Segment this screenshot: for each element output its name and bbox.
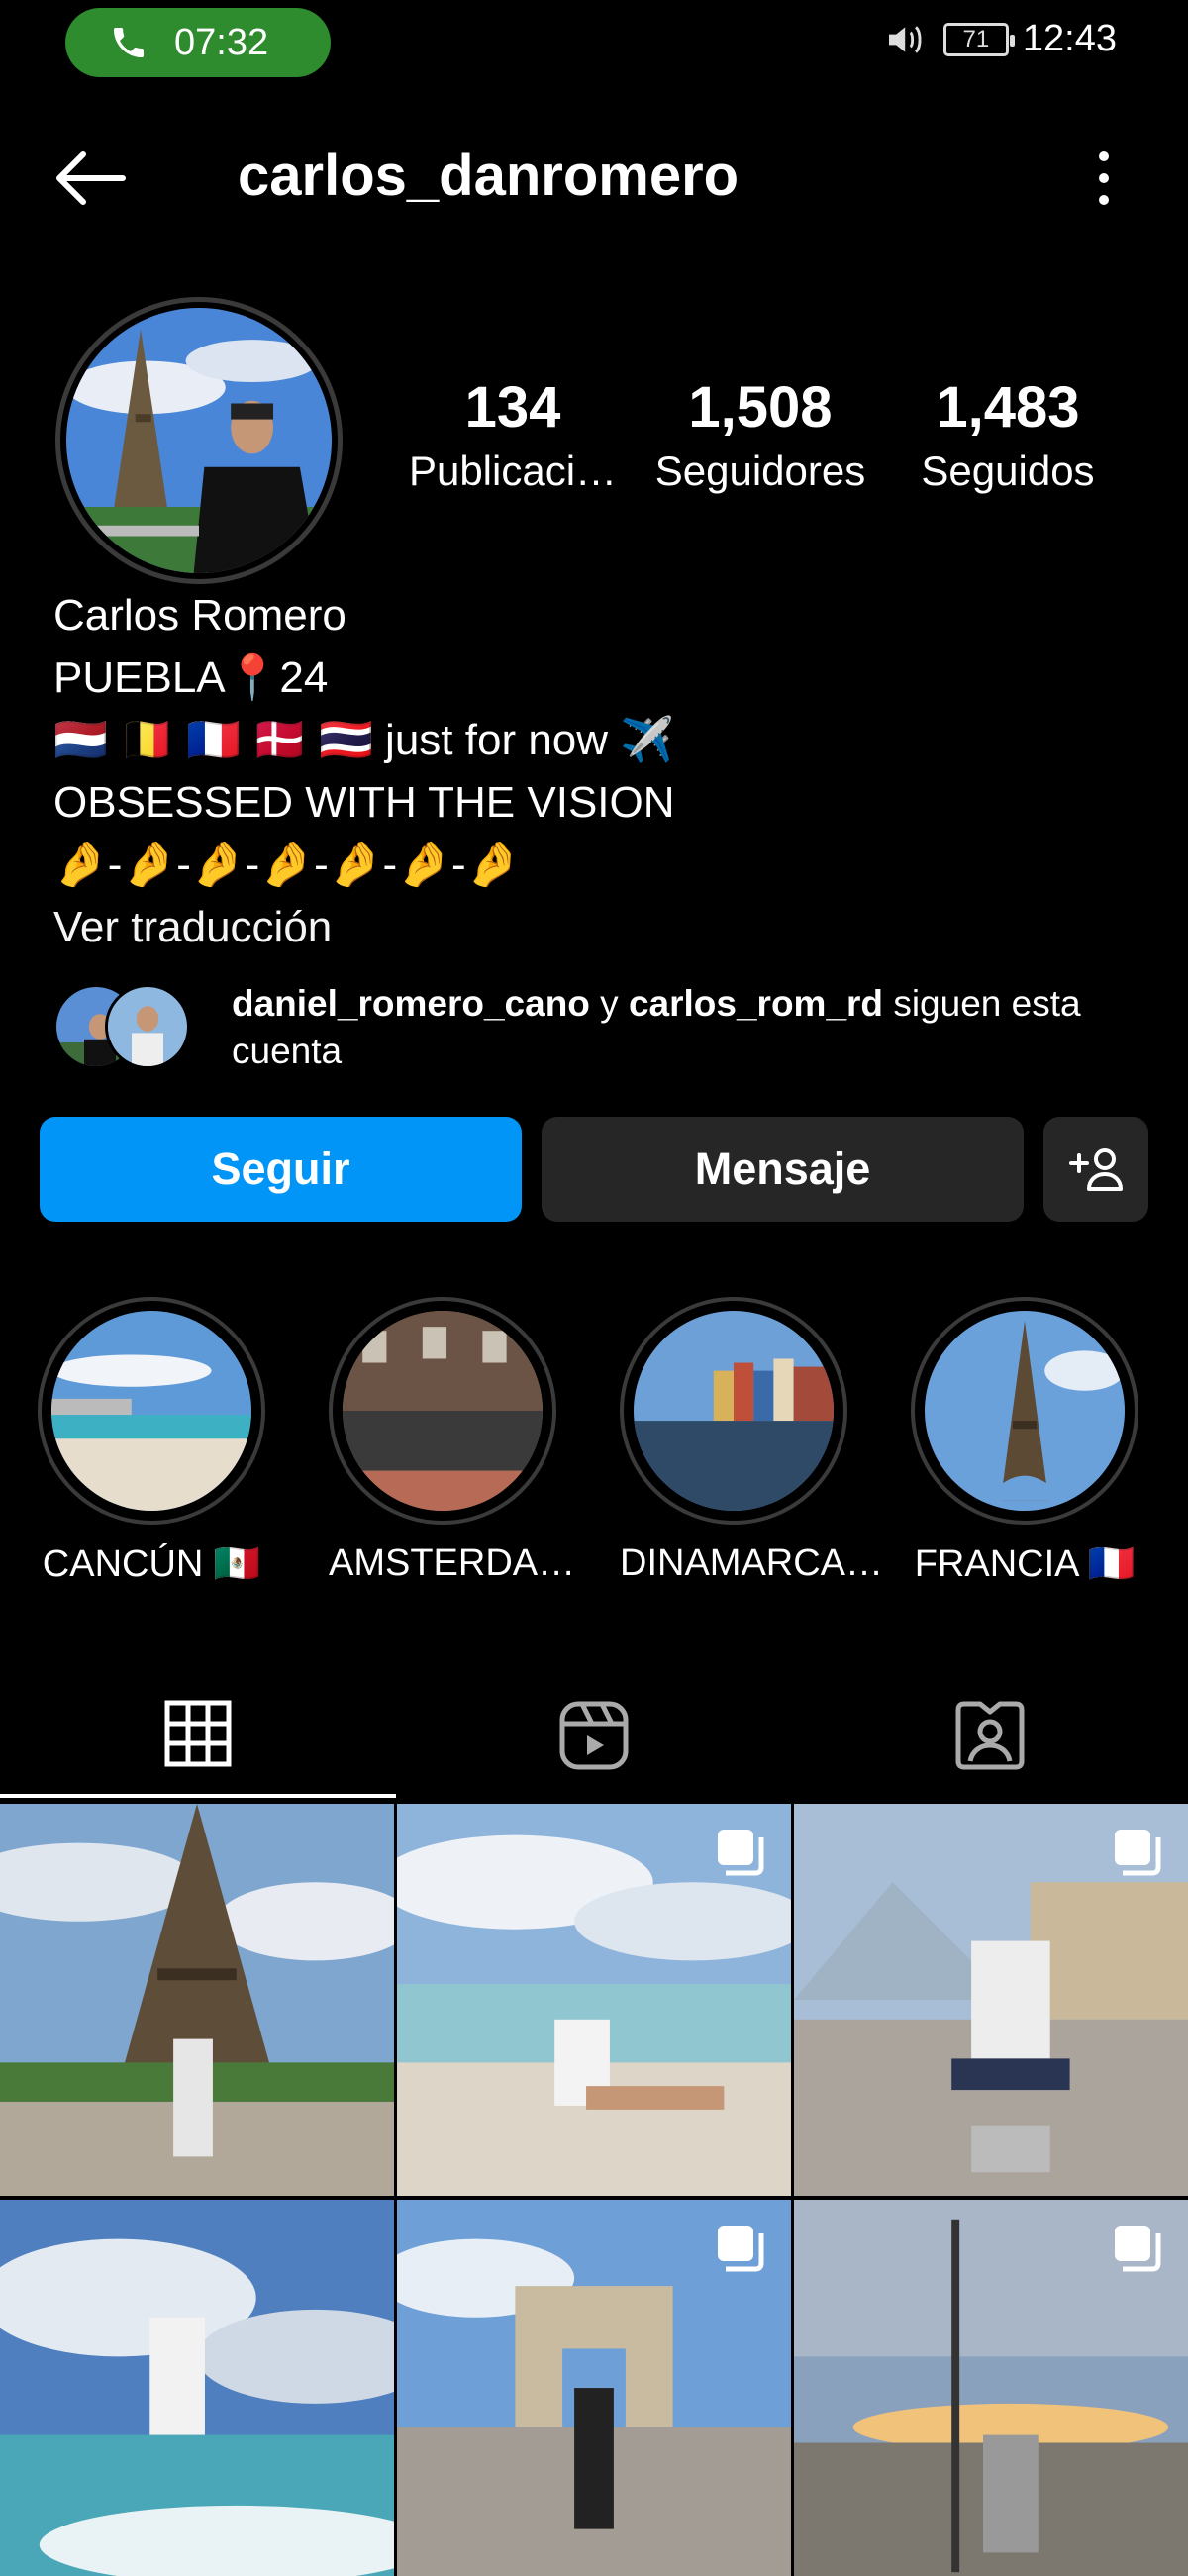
highlight-dinamarca[interactable]: DINAMARCA…: [620, 1297, 884, 1585]
tab-tagged[interactable]: [792, 1673, 1188, 1798]
content-tabs: [0, 1673, 1188, 1802]
profile-actions: Seguir Mensaje: [40, 1117, 1148, 1222]
bio-line: 🇳🇱 🇧🇪 🇫🇷 🇩🇰 🇹🇭 just for now ✈️: [53, 716, 675, 764]
avatar: [66, 308, 332, 573]
stat-value: 1,508: [688, 375, 833, 440]
post-thumbnail[interactable]: [0, 1804, 394, 2196]
arrow-left-icon[interactable]: [50, 149, 129, 208]
carousel-icon: [718, 2226, 764, 2272]
post-thumbnail[interactable]: [794, 1804, 1188, 2196]
stat-following[interactable]: 1,483 Seguidos: [889, 376, 1127, 495]
battery-icon: 71: [942, 22, 1015, 56]
highlight-cover: [925, 1311, 1125, 1511]
highlight-label: AMSTERDA…: [329, 1542, 576, 1584]
stat-followers[interactable]: 1,508 Seguidores: [642, 376, 879, 495]
phone-icon: [114, 28, 144, 57]
see-translation-link[interactable]: Ver traducción: [53, 896, 1142, 958]
highlight-cancun[interactable]: CANCÚN 🇲🇽: [38, 1297, 265, 1586]
stat-label: Seguidores: [654, 446, 866, 494]
tab-posts[interactable]: [0, 1673, 396, 1798]
highlight-cover: [634, 1311, 834, 1511]
stat-value: 134: [464, 375, 561, 440]
message-button[interactable]: Mensaje: [542, 1117, 1024, 1222]
status-bar: 07:32 71 12:43: [0, 0, 1188, 83]
add-person-icon: [1069, 1148, 1123, 1191]
posts-grid: [0, 1804, 1188, 2576]
carousel-icon: [718, 1830, 764, 1876]
stat-value: 1,483: [936, 375, 1080, 440]
grid-icon: [164, 1700, 232, 1767]
profile-bio: Carlos Romero PUEBLA📍24 🇳🇱 🇧🇪 🇫🇷 🇩🇰 🇹🇭 j…: [53, 584, 1142, 958]
carousel-icon: [1115, 1830, 1161, 1876]
display-name: Carlos Romero: [53, 591, 346, 640]
post-thumbnail[interactable]: [397, 1804, 791, 2196]
tagged-icon: [955, 1701, 1025, 1770]
profile-stats: 134 Publicaci… 1,508 Seguidores 1,483 Se…: [394, 376, 1127, 495]
follow-button[interactable]: Seguir: [40, 1117, 522, 1222]
highlight-label: DINAMARCA…: [620, 1542, 884, 1584]
bio-line: 🤌-🤌-🤌-🤌-🤌-🤌-🤌: [53, 841, 521, 889]
bio-line: OBSESSED WITH THE VISION: [53, 778, 675, 827]
story-highlights: CANCÚN 🇲🇽 AMSTERDA… DINAMARCA… FRANCIA 🇫…: [0, 1297, 1188, 1594]
carousel-icon: [1115, 2226, 1161, 2272]
stat-posts[interactable]: 134 Publicaci…: [394, 376, 632, 495]
ongoing-call-pill[interactable]: 07:32: [65, 8, 331, 77]
profile-header: carlos_danromero: [0, 129, 1188, 228]
tab-reels[interactable]: [396, 1673, 792, 1798]
highlight-label: FRANCIA 🇫🇷: [914, 1543, 1136, 1585]
reels-icon: [559, 1701, 629, 1770]
post-thumbnail[interactable]: [794, 2200, 1188, 2576]
highlight-cover: [343, 1311, 543, 1511]
bio-line: PUEBLA📍24: [53, 653, 329, 702]
stat-label: Seguidos: [921, 446, 1095, 494]
highlight-amsterdam[interactable]: AMSTERDA…: [329, 1297, 576, 1585]
conjunction: y: [589, 983, 629, 1024]
highlight-label: CANCÚN 🇲🇽: [42, 1543, 261, 1585]
clock: 12:43: [1022, 18, 1117, 59]
battery-level: 71: [962, 25, 990, 52]
mutual-username[interactable]: carlos_rom_rd: [629, 983, 883, 1024]
highlight-francia[interactable]: FRANCIA 🇫🇷: [911, 1297, 1138, 1586]
kebab-menu-icon[interactable]: [1089, 147, 1119, 210]
mutual-username[interactable]: daniel_romero_cano: [232, 983, 590, 1024]
avatar: [105, 984, 190, 1069]
volume-icon: [888, 25, 922, 53]
post-thumbnail[interactable]: [0, 2200, 394, 2576]
post-thumbnail[interactable]: [397, 2200, 791, 2576]
followed-by[interactable]: daniel_romero_cano y carlos_rom_rd sigue…: [53, 980, 1142, 1079]
call-duration: 07:32: [174, 21, 269, 63]
stat-label: Publicaci…: [408, 446, 618, 494]
profile-avatar[interactable]: [55, 297, 343, 584]
suggest-users-button[interactable]: [1043, 1117, 1148, 1222]
followed-by-text: daniel_romero_cano y carlos_rom_rd sigue…: [232, 980, 1182, 1075]
mutual-avatars: [53, 984, 202, 1075]
page-title: carlos_danromero: [238, 144, 740, 208]
highlight-cover: [51, 1311, 251, 1511]
